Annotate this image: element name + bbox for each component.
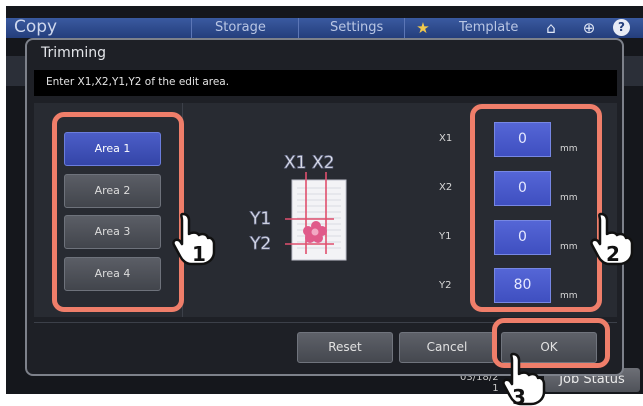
diagram-label-y1: Y1 [249, 209, 271, 229]
tab-storage[interactable]: Storage [215, 20, 266, 35]
instruction-text: Enter X1,X2,Y1,Y2 of the edit area. [46, 76, 230, 88]
header-separator [404, 18, 405, 38]
header-separator [191, 18, 192, 38]
x1-label: X1 [439, 133, 453, 144]
step-1-number: 1 [192, 242, 206, 266]
diagram-label-x2: X2 [312, 153, 334, 173]
cancel-button[interactable]: Cancel [399, 332, 495, 363]
home-icon[interactable]: ⌂ [540, 18, 562, 38]
callout-coordinate-fields [470, 104, 602, 312]
pointing-hand-icon: 1 [172, 212, 216, 266]
callout-area-buttons [52, 112, 184, 312]
globe-icon[interactable]: ⊕ [578, 18, 600, 38]
diagram-label-x1: X1 [284, 153, 306, 173]
time-text: 1 [492, 383, 499, 394]
instruction-bar: Enter X1,X2,Y1,Y2 of the edit area. [34, 70, 617, 96]
pointing-hand-icon: 3 [502, 352, 546, 406]
app-header: Copy Storage Settings ★ Template ⌂ ⊕ ? [6, 17, 643, 38]
tab-template[interactable]: Template [459, 20, 518, 35]
x2-label: X2 [439, 182, 453, 193]
diagram-label-y2: Y2 [249, 234, 271, 254]
y2-label: Y2 [439, 280, 452, 291]
star-icon[interactable]: ★ [412, 18, 434, 38]
tab-settings[interactable]: Settings [330, 20, 383, 35]
pointing-hand-icon: 2 [590, 212, 634, 266]
trimming-diagram: X1 X2 Y1 Y2 [249, 153, 347, 261]
dialog-title: Trimming [41, 45, 107, 61]
reset-button[interactable]: Reset [297, 332, 393, 363]
step-3-number: 3 [512, 385, 526, 406]
y1-label: Y1 [439, 231, 452, 242]
app-title: Copy [14, 17, 58, 37]
header-separator [298, 18, 299, 38]
help-icon[interactable]: ? [613, 19, 630, 36]
step-2-number: 2 [606, 242, 620, 266]
